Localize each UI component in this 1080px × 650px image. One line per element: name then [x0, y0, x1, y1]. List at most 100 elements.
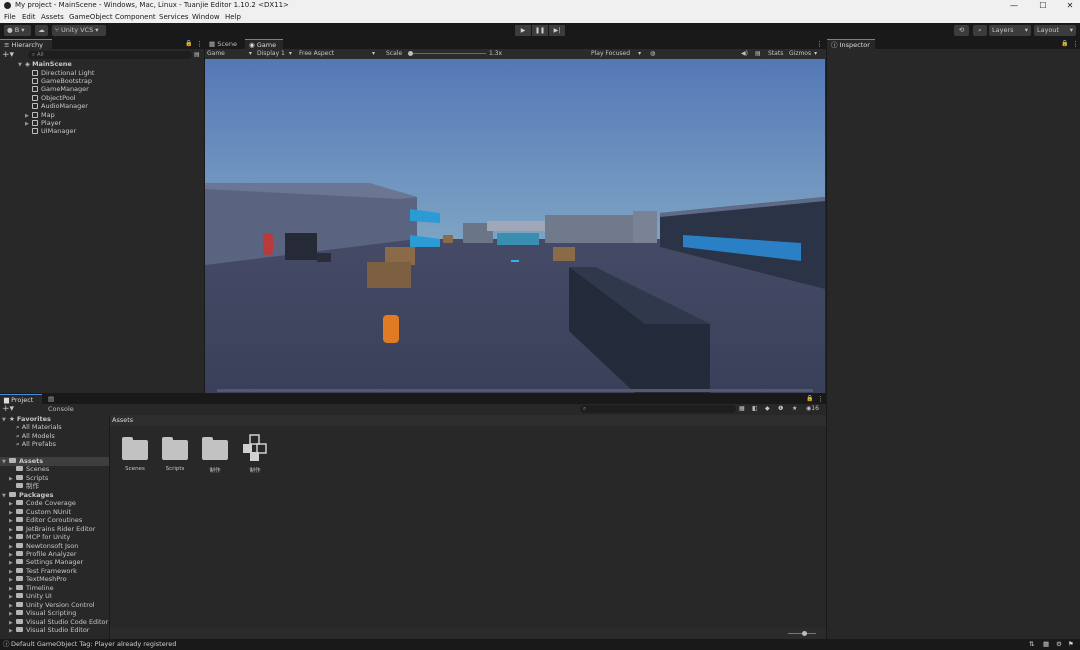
package-item[interactable]: ▶ Visual Studio Editor	[9, 626, 89, 635]
hierarchy-item[interactable]: UIManager	[32, 127, 76, 135]
lock-icon[interactable]: 🔒	[1061, 40, 1068, 47]
step-button[interactable]: ▶|	[549, 25, 565, 36]
star-icon: ★	[9, 415, 17, 423]
folder-icon	[16, 551, 23, 556]
breadcrumb-assets[interactable]: Assets	[112, 416, 133, 424]
filter-icon[interactable]: ▦	[739, 405, 745, 412]
game-viewport[interactable]	[205, 59, 825, 393]
folder-icon[interactable]	[122, 437, 148, 460]
package-item[interactable]: ▶ TextMeshPro	[9, 575, 67, 584]
history-button[interactable]: ⟲	[954, 25, 969, 36]
play-focused-dropdown[interactable]: Play Focused ▾	[591, 49, 641, 59]
search-button[interactable]: ⌕	[973, 25, 987, 36]
panel-divider[interactable]	[109, 415, 110, 639]
tab-project[interactable]: ▆ Project	[0, 394, 42, 404]
layers-dropdown[interactable]: Layers ▾	[989, 25, 1031, 36]
folder-icon[interactable]	[202, 437, 228, 460]
package-item[interactable]: ▶ Settings Manager	[9, 558, 83, 567]
gameobject-icon	[32, 70, 38, 76]
menu-assets[interactable]: Assets	[41, 11, 64, 23]
chevron-down-icon: ▼	[2, 459, 6, 465]
gizmos-button[interactable]: Gizmos ▾	[789, 49, 817, 59]
filter-icon[interactable]: ▤	[194, 51, 200, 58]
more-icon[interactable]: ⋮	[817, 395, 824, 403]
lock-icon[interactable]: 🔒	[806, 395, 813, 402]
more-icon[interactable]: ⋮	[1072, 40, 1079, 48]
project-search-input[interactable]: ⌕	[580, 405, 736, 413]
minimize-icon[interactable]: —	[1006, 0, 1022, 11]
warning-icon[interactable]: ❶	[778, 405, 783, 412]
account-button[interactable]: ● B ▾	[4, 25, 31, 36]
package-item[interactable]: ▶ Unity UI	[9, 592, 52, 601]
pause-icon: ❚❚	[534, 27, 546, 34]
folder-icon	[9, 458, 16, 463]
network-icon[interactable]: ⇅	[1029, 639, 1034, 650]
display-dropdown[interactable]: Display 1 ▾	[257, 49, 292, 59]
stats-button[interactable]: Stats	[768, 49, 783, 59]
star-icon[interactable]: ★	[792, 405, 797, 412]
audio-mute-icon[interactable]: ◀)	[741, 49, 748, 59]
play-button[interactable]: ▶	[515, 25, 531, 36]
favorite-item[interactable]: ⌕ All Materials	[16, 423, 62, 431]
hidden-count[interactable]: ◉16	[806, 405, 819, 412]
viewport-scrollbar[interactable]	[217, 389, 813, 392]
tab-scene[interactable]: ▦ Scene	[205, 39, 243, 49]
menu-services[interactable]: Services	[159, 11, 189, 23]
package-item[interactable]: ▶ MCP for Unity	[9, 533, 70, 542]
menu-edit[interactable]: Edit	[22, 11, 36, 23]
menu-gameobject[interactable]: GameObject	[69, 11, 113, 23]
folder-item[interactable]: 制作	[16, 482, 39, 490]
search-icon: ⌕	[583, 406, 587, 412]
scale-slider-track[interactable]	[408, 53, 486, 54]
debug-icon[interactable]: ⚑	[1068, 639, 1074, 650]
hierarchy-panel: ≡ Hierarchy 🔒 ⋮ +▾ ⌕ All ▤ ▼ ◈ MainScene …	[0, 39, 204, 393]
icon-size-slider-handle[interactable]	[802, 631, 807, 636]
folder-icon	[16, 585, 23, 590]
build-icon[interactable]: ⚙	[1056, 639, 1062, 650]
lock-icon[interactable]: 🔒	[185, 40, 192, 47]
tab-game[interactable]: ◉ Game	[245, 39, 283, 49]
camera-icon[interactable]: ◍	[650, 49, 655, 59]
chevron-down-icon: ▼	[18, 62, 22, 68]
folder-icon[interactable]	[162, 437, 188, 460]
add-object-button[interactable]: +▾	[2, 51, 14, 60]
more-icon[interactable]: ⋮	[816, 40, 823, 48]
more-icon[interactable]: ⋮	[196, 40, 203, 48]
package-item[interactable]: ▶ Visual Scripting	[9, 609, 76, 618]
type-filter-icon[interactable]: ◧	[752, 405, 758, 412]
maximize-icon[interactable]: ☐	[1035, 0, 1051, 11]
folder-icon	[16, 509, 23, 514]
favorite-item[interactable]: ⌕ All Prefabs	[16, 440, 56, 448]
menu-component[interactable]: Component	[115, 11, 156, 23]
cloud-icon: ☁	[38, 26, 45, 34]
package-cubes-icon[interactable]	[241, 434, 269, 462]
scale-slider-handle[interactable]	[408, 51, 413, 56]
menu-help[interactable]: Help	[225, 11, 241, 23]
aspect-dropdown[interactable]: Free Aspect ▾	[299, 49, 375, 59]
close-icon[interactable]: ✕	[1062, 0, 1078, 11]
folder-item[interactable]: Scenes	[16, 465, 49, 473]
cloud-button[interactable]: ☁	[35, 25, 48, 36]
vcs-button[interactable]: ⑂ Unity VCS ▾	[52, 25, 106, 36]
hierarchy-search-input[interactable]: ⌕ All	[28, 51, 192, 59]
tab-inspector[interactable]: ⓘ Inspector	[827, 39, 875, 49]
menu-window[interactable]: Window	[192, 11, 220, 23]
label-filter-icon[interactable]: ◆	[765, 405, 770, 412]
menu-file[interactable]: File	[4, 11, 16, 23]
chevron-down-icon: ▾	[248, 50, 252, 57]
package-item[interactable]: ▶ Code Coverage	[9, 499, 76, 508]
create-asset-button[interactable]: +▾	[2, 405, 14, 414]
hierarchy-scene-row[interactable]: ▼ ◈ MainScene	[18, 60, 72, 69]
status-message[interactable]: Default GameObject Tag: Player already r…	[11, 639, 176, 650]
cache-icon[interactable]: ▦	[1043, 639, 1049, 650]
game-mode-dropdown[interactable]: Game ▾	[207, 49, 252, 59]
inspector-panel: ⓘ Inspector 🔒 ⋮	[827, 39, 1080, 639]
tab-hierarchy[interactable]: ≡ Hierarchy	[0, 39, 52, 49]
package-item[interactable]: ▶ Editor Coroutines	[9, 516, 82, 525]
layout-dropdown[interactable]: Layout ▾	[1034, 25, 1076, 36]
tab-console[interactable]: ▤ Console	[44, 394, 86, 413]
hierarchy-item[interactable]: AudioManager	[32, 102, 88, 110]
hierarchy-item[interactable]: GameManager	[32, 85, 89, 93]
pause-button[interactable]: ❚❚	[532, 25, 548, 36]
grid-icon[interactable]: ▤	[755, 49, 761, 59]
